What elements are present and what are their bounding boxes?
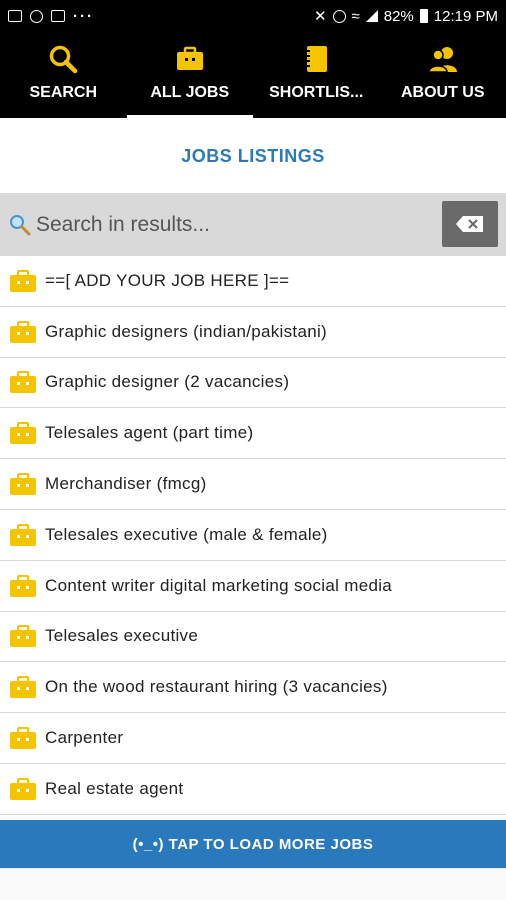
- clock-time: 12:19 PM: [433, 7, 498, 25]
- tab-about-us[interactable]: ABOUT US: [380, 32, 506, 118]
- users-icon: [427, 47, 457, 73]
- job-title: On the wood restaurant hiring (3 vacanci…: [45, 677, 388, 697]
- job-title: Telesales executive (male & female): [45, 524, 328, 544]
- briefcase-icon: [10, 777, 36, 800]
- job-list: ==[ ADD YOUR JOB HERE ]== Graphic designe…: [0, 256, 506, 815]
- search-bar: [0, 193, 506, 256]
- briefcase-icon: [176, 46, 203, 70]
- gallery-icon: [8, 10, 22, 22]
- clear-search-button[interactable]: [442, 201, 498, 247]
- tab-all-jobs-label: ALL JOBS: [150, 84, 230, 101]
- job-title: Graphic designer (2 vacancies): [45, 372, 290, 392]
- wifi-icon: ≈: [351, 7, 360, 25]
- job-list-item[interactable]: Graphic designer (2 vacancies): [0, 358, 506, 409]
- sync-icon: [30, 9, 43, 23]
- notebook-icon: [305, 46, 328, 72]
- tab-all-jobs[interactable]: ALL JOBS: [126, 32, 254, 118]
- battery-percent: 82%: [383, 7, 414, 25]
- tab-bar: SEARCH ALL JOBS SHORTLIS... ABOUT US: [0, 32, 506, 118]
- job-list-item[interactable]: On the wood restaurant hiring (3 vacanci…: [0, 662, 506, 714]
- tab-search-label: SEARCH: [29, 84, 98, 101]
- job-list-item[interactable]: Graphic designers (indian/pakistani): [0, 307, 506, 358]
- briefcase-icon: [10, 574, 36, 597]
- job-title: Telesales executive: [45, 626, 199, 646]
- tab-shortlist[interactable]: SHORTLIS...: [253, 32, 380, 118]
- more-notifications-icon: ···: [73, 7, 94, 25]
- briefcase-icon: [10, 269, 36, 292]
- tab-about-us-label: ABOUT US: [400, 84, 485, 101]
- bottom-area: [0, 868, 506, 900]
- tab-search[interactable]: SEARCH: [0, 32, 127, 118]
- signal-icon: [365, 10, 378, 22]
- job-title: Merchandiser (fmcg): [45, 474, 207, 494]
- briefcase-icon: [10, 523, 36, 546]
- job-list-item[interactable]: Telesales executive (male & female): [0, 510, 506, 561]
- briefcase-icon: [10, 625, 36, 648]
- job-title: Content writer digital marketing social …: [45, 575, 393, 595]
- alarm-icon: [332, 9, 346, 23]
- briefcase-icon: [10, 371, 36, 394]
- magnifier-icon: [10, 214, 31, 235]
- job-title: Carpenter: [45, 728, 124, 748]
- job-title: Telesales agent (part time): [45, 423, 254, 443]
- briefcase-icon: [10, 473, 36, 496]
- mute-icon: ✕: [313, 8, 327, 25]
- briefcase-icon: [10, 676, 36, 699]
- job-title: Graphic designers (indian/pakistani): [45, 321, 327, 341]
- job-list-item[interactable]: ==[ ADD YOUR JOB HERE ]==: [0, 256, 506, 307]
- load-more-button[interactable]: (•_•) TAP TO LOAD MORE JOBS: [0, 820, 506, 868]
- job-list-item[interactable]: Real estate agent: [0, 764, 506, 815]
- status-bar: ··· ✕ ≈ 82% 12:19 PM: [0, 0, 506, 32]
- search-input[interactable]: [36, 212, 426, 237]
- search-icon: [50, 45, 78, 74]
- backspace-icon: [456, 216, 483, 232]
- job-list-item[interactable]: Telesales agent (part time): [0, 408, 506, 460]
- page-title: JOBS LISTINGS: [181, 145, 325, 166]
- job-list-item[interactable]: Merchandiser (fmcg): [0, 459, 506, 510]
- job-title: ==[ ADD YOUR JOB HERE ]==: [45, 270, 290, 290]
- job-list-item[interactable]: Content writer digital marketing social …: [0, 561, 506, 612]
- job-title: Real estate agent: [45, 778, 184, 798]
- briefcase-icon: [10, 422, 36, 445]
- briefcase-icon: [10, 320, 36, 343]
- monitor-icon: [51, 10, 65, 22]
- job-list-item[interactable]: Telesales executive: [0, 612, 506, 663]
- briefcase-icon: [10, 727, 36, 750]
- tab-shortlist-label: SHORTLIS...: [269, 84, 364, 101]
- battery-icon: [419, 9, 428, 23]
- job-list-item[interactable]: Carpenter: [0, 713, 506, 764]
